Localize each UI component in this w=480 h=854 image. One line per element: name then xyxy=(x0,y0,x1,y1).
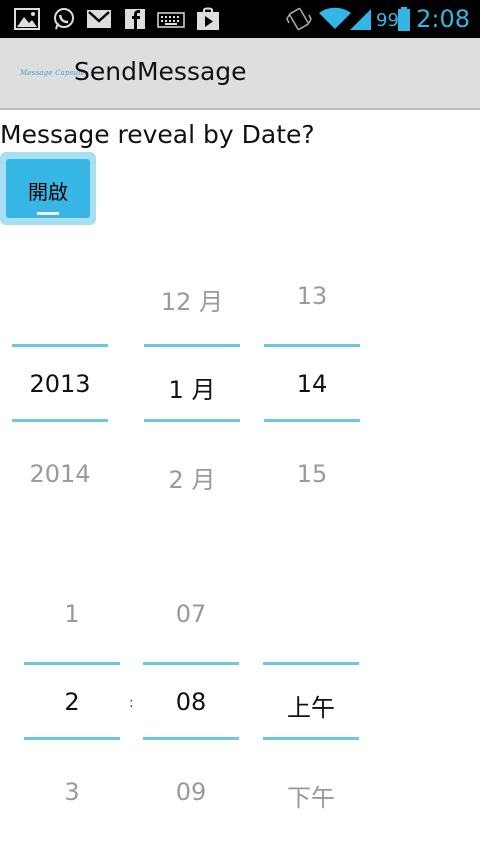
month-divider-bottom xyxy=(144,419,240,422)
minute-divider-bottom xyxy=(143,737,239,740)
minute-prev[interactable]: 07 xyxy=(143,600,239,628)
toggle-face: 開啟 xyxy=(6,159,90,218)
toggle-on-indicator xyxy=(37,212,59,215)
day-divider-bottom xyxy=(264,419,360,422)
year-picker[interactable]: 2013 2014 xyxy=(12,270,108,488)
minute-divider-top xyxy=(143,662,239,665)
day-next[interactable]: 15 xyxy=(264,460,360,488)
hour-picker[interactable]: 1 2 3 xyxy=(24,588,120,808)
reveal-date-toggle[interactable]: 開啟 xyxy=(0,152,96,225)
whatsapp-icon xyxy=(54,8,74,30)
minute-current[interactable]: 08 xyxy=(143,688,239,716)
ampm-picker[interactable]: 上午 下午 xyxy=(263,588,359,812)
month-next[interactable]: 2 月 xyxy=(144,460,240,495)
hour-next[interactable]: 3 xyxy=(24,778,120,806)
signal-icon xyxy=(350,9,371,30)
gmail-icon xyxy=(87,10,111,28)
vibrate-icon xyxy=(286,7,312,31)
year-divider-bottom xyxy=(12,419,108,422)
keyboard-icon xyxy=(157,12,185,28)
day-picker[interactable]: 13 14 15 xyxy=(264,270,360,488)
wifi-icon xyxy=(319,7,351,29)
battery-icon xyxy=(398,7,410,31)
time-separator: : xyxy=(129,695,134,711)
month-picker[interactable]: 12 月 1 月 2 月 xyxy=(144,270,240,494)
clock: 2:08 xyxy=(416,5,470,33)
day-divider-top xyxy=(264,344,360,347)
year-current[interactable]: 2013 xyxy=(12,370,108,398)
hour-current[interactable]: 2 xyxy=(24,688,120,716)
facebook-icon xyxy=(125,9,145,29)
battery-level: 99 xyxy=(376,10,399,31)
day-current[interactable]: 14 xyxy=(264,370,360,398)
year-next[interactable]: 2014 xyxy=(12,460,108,488)
year-divider-top xyxy=(12,344,108,347)
hour-divider-top xyxy=(24,662,120,665)
action-bar: Message Capsule SendMessage xyxy=(0,38,480,110)
minute-picker[interactable]: 07 08 09 xyxy=(143,588,239,808)
reveal-by-date-prompt: Message reveal by Date? xyxy=(0,120,315,149)
ampm-current[interactable]: 上午 xyxy=(263,688,359,723)
minute-next[interactable]: 09 xyxy=(143,778,239,806)
month-prev[interactable]: 12 月 xyxy=(144,282,240,317)
hour-divider-bottom xyxy=(24,737,120,740)
status-bar: 99 2:08 xyxy=(0,0,480,38)
ampm-divider-bottom xyxy=(263,737,359,740)
hour-prev[interactable]: 1 xyxy=(24,600,120,628)
month-current[interactable]: 1 月 xyxy=(144,370,240,405)
toggle-label: 開啟 xyxy=(28,180,68,204)
app-title: SendMessage xyxy=(74,57,247,86)
play-store-icon xyxy=(197,7,219,30)
ampm-divider-top xyxy=(263,662,359,665)
ampm-next[interactable]: 下午 xyxy=(263,778,359,813)
month-divider-top xyxy=(144,344,240,347)
gallery-icon xyxy=(14,8,40,30)
day-prev[interactable]: 13 xyxy=(264,282,360,310)
